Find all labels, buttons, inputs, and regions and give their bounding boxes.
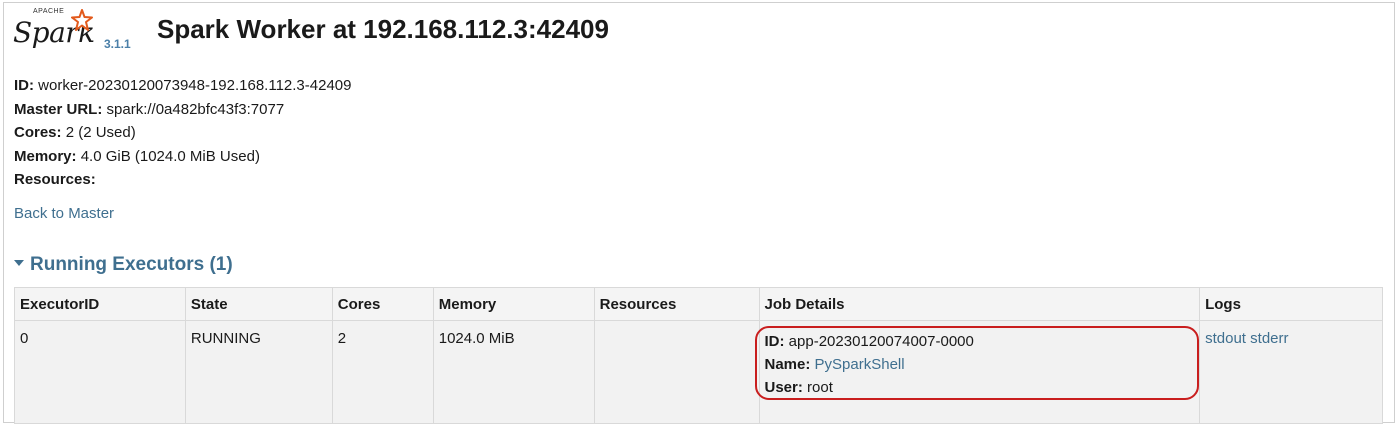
section-title: Running Executors (1) [30, 254, 233, 275]
cell-job-details: ID: app-20230120074007-0000 Name: PySpar… [758, 320, 1201, 424]
info-memory: Memory: 4.0 GiB (1024.0 MiB Used) [14, 147, 260, 165]
cell-logs: stdout stderr [1199, 320, 1383, 424]
worker-info: ID: worker-20230120073948-192.168.112.3-… [14, 74, 351, 192]
cell-executor-id: 0 [14, 320, 186, 424]
job-id: ID: app-20230120074007-0000 [764, 333, 974, 350]
running-executors-toggle[interactable]: Running Executors (1) [14, 254, 233, 276]
back-to-master-link[interactable]: Back to Master [14, 205, 114, 222]
info-id: ID: worker-20230120073948-192.168.112.3-… [14, 77, 352, 94]
info-master-url: Master URL: spark://0a482bfc43f3:7077 [14, 100, 285, 118]
executors-table: ExecutorID State Cores Memory Resources … [14, 287, 1383, 424]
info-resources: Resources: [14, 171, 96, 188]
table-header-row: ExecutorID State Cores Memory Resources … [14, 287, 1383, 321]
col-job-details[interactable]: Job Details [758, 287, 1201, 321]
col-resources[interactable]: Resources [593, 287, 760, 321]
cell-resources [593, 320, 760, 424]
cell-memory: 1024.0 MiB [432, 320, 595, 424]
job-name: Name: PySparkShell [764, 356, 905, 373]
page-title: Spark Worker at 192.168.112.3:42409 [157, 14, 609, 44]
col-cores[interactable]: Cores [331, 287, 434, 321]
col-memory[interactable]: Memory [432, 287, 595, 321]
collapse-caret-icon [14, 259, 24, 266]
col-state[interactable]: State [184, 287, 333, 321]
spark-star-icon [71, 9, 93, 31]
col-executor-id[interactable]: ExecutorID [14, 287, 186, 321]
stderr-link[interactable]: stderr [1250, 330, 1288, 347]
info-cores: Cores: 2 (2 Used) [14, 124, 136, 141]
stdout-link[interactable]: stdout [1205, 330, 1246, 347]
cell-cores: 2 [331, 320, 434, 424]
cell-state: RUNNING [184, 320, 333, 424]
spark-logo[interactable]: APACHE Spark [13, 8, 103, 50]
table-row: 0 RUNNING 2 1024.0 MiB ID: app-202301200… [14, 320, 1383, 424]
job-user: User: root [764, 379, 833, 396]
spark-version: 3.1.1 [104, 37, 131, 51]
logo-apache-text: APACHE [33, 8, 65, 15]
col-logs[interactable]: Logs [1199, 287, 1383, 321]
app-name-link[interactable]: PySparkShell [815, 356, 905, 373]
